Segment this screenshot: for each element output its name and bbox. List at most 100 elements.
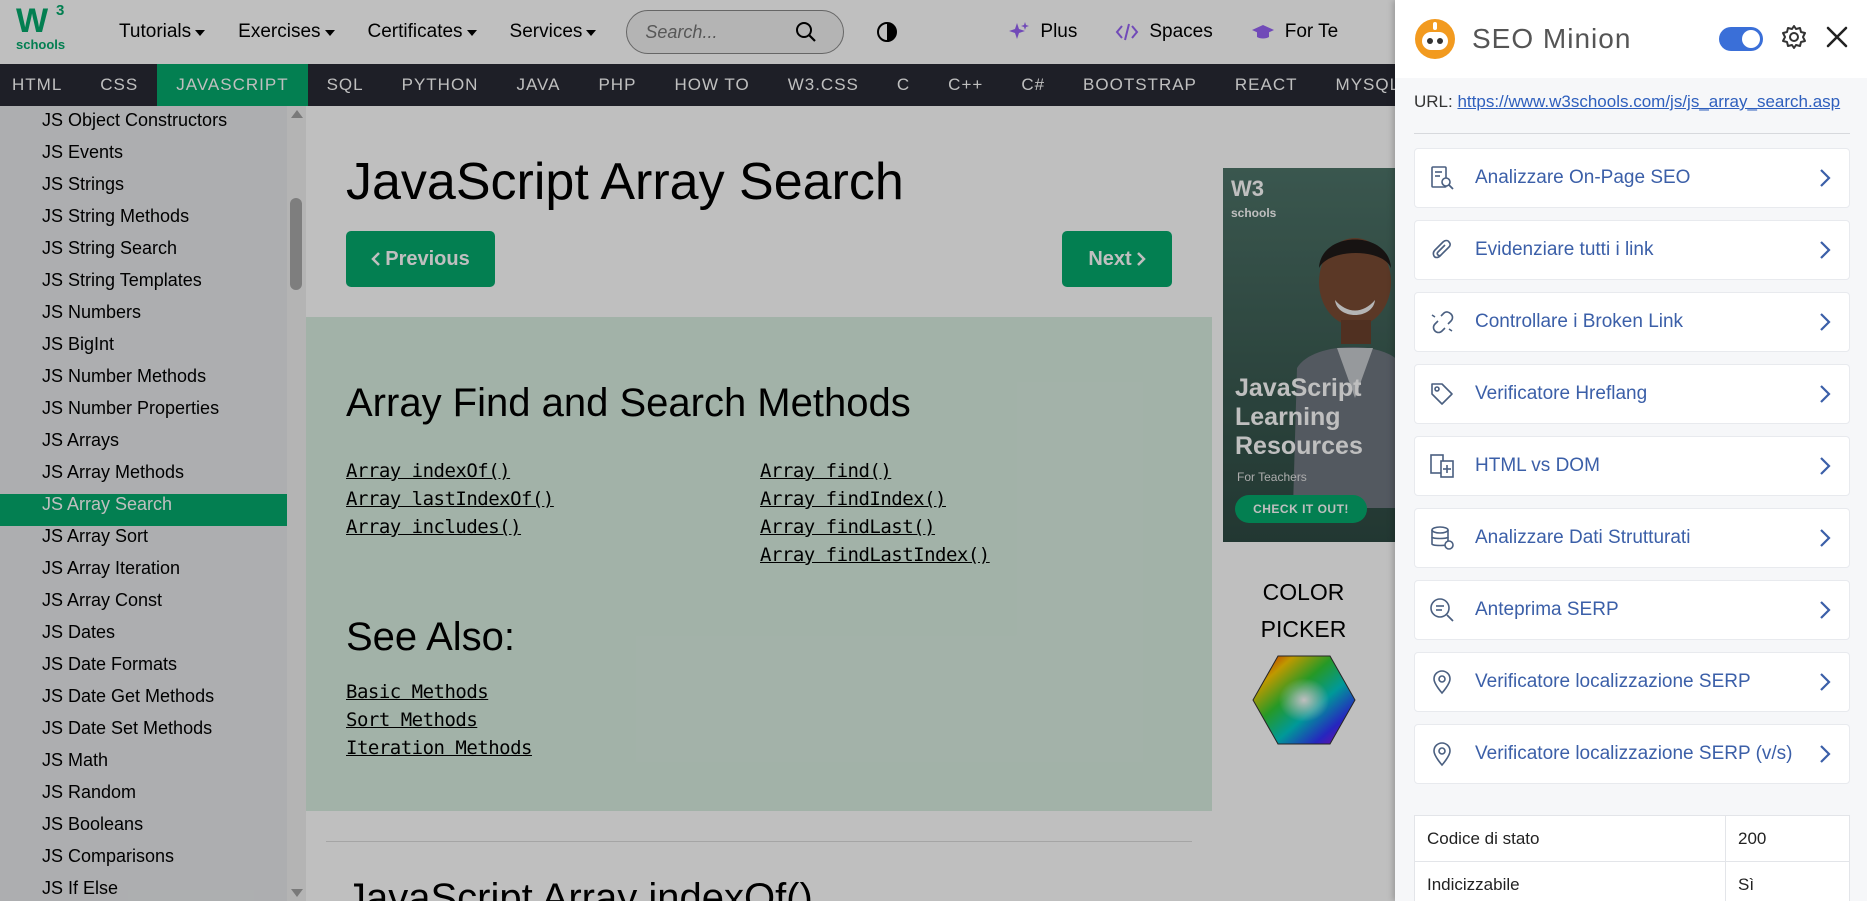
- sidebar-item[interactable]: JS Array Methods: [0, 462, 287, 494]
- subject-tab-php[interactable]: PHP: [579, 64, 655, 106]
- sidebar-item[interactable]: JS Random: [0, 782, 287, 814]
- previous-button[interactable]: Previous: [346, 231, 495, 287]
- seo-menu-item[interactable]: Verificatore Hreflang: [1414, 364, 1850, 424]
- seo-menu-item[interactable]: Analizzare On-Page SEO: [1414, 148, 1850, 208]
- graduation-cap-icon: [1251, 25, 1274, 39]
- subject-tab-c-[interactable]: C++: [929, 64, 1002, 106]
- scroll-down-arrow-icon[interactable]: [291, 889, 303, 897]
- sidebar-item[interactable]: JS Array Const: [0, 590, 287, 622]
- seo-menu-item[interactable]: Evidenziare tutti i link: [1414, 220, 1850, 280]
- link-basic-methods[interactable]: Basic Methods: [346, 681, 489, 703]
- subject-tab-w3-css[interactable]: W3.CSS: [769, 64, 878, 106]
- sidebar-item[interactable]: JS Array Search: [0, 494, 287, 526]
- menu-services[interactable]: Services: [510, 21, 597, 43]
- sidebar-item[interactable]: JS Object Constructors: [0, 110, 287, 142]
- seo-menu-item[interactable]: Controllare i Broken Link: [1414, 292, 1850, 352]
- page-search-icon: [1431, 166, 1454, 190]
- subject-tab-bootstrap[interactable]: BOOTSTRAP: [1064, 64, 1216, 106]
- scroll-up-arrow-icon[interactable]: [291, 110, 303, 118]
- sidebar-item[interactable]: JS Comparisons: [0, 846, 287, 878]
- next-button[interactable]: Next: [1062, 231, 1172, 287]
- subject-tab-sql[interactable]: SQL: [308, 64, 383, 106]
- url-link[interactable]: https://www.w3schools.com/js/js_array_se…: [1457, 92, 1840, 111]
- menu-certificates[interactable]: Certificates: [368, 21, 477, 43]
- top-navigation: W 3 schools Tutorials Exercises Certific…: [0, 0, 1395, 64]
- menu-exercises[interactable]: Exercises: [238, 21, 335, 43]
- link-includes[interactable]: Array includes(): [346, 516, 522, 538]
- link-findlast[interactable]: Array findLast(): [760, 516, 936, 538]
- teachers-label: For Te: [1284, 21, 1339, 42]
- link-indexof[interactable]: Array indexOf(): [346, 460, 511, 482]
- logo-sub: schools: [16, 37, 66, 52]
- sidebar-item[interactable]: JS Strings: [0, 174, 287, 206]
- link-findindex[interactable]: Array findIndex(): [760, 488, 946, 510]
- seo-menu-item[interactable]: HTML vs DOM: [1414, 436, 1850, 496]
- color-picker-hexagon-icon[interactable]: [1252, 654, 1356, 746]
- subject-tab-html[interactable]: HTML: [0, 64, 81, 106]
- sidebar-item[interactable]: JS BigInt: [0, 334, 287, 366]
- sidebar-item[interactable]: JS String Templates: [0, 270, 287, 302]
- indexable-value: Sì: [1725, 861, 1850, 901]
- sidebar-item[interactable]: JS Booleans: [0, 814, 287, 846]
- ad-cta-button[interactable]: CHECK IT OUT!: [1235, 495, 1367, 523]
- link-find[interactable]: Array find(): [760, 460, 892, 482]
- subject-tab-c[interactable]: C: [878, 64, 929, 106]
- subject-tab-css[interactable]: CSS: [81, 64, 157, 106]
- ad-subtext: For Teachers: [1237, 470, 1307, 484]
- search-icon[interactable]: [795, 21, 817, 43]
- link-sort-methods[interactable]: Sort Methods: [346, 709, 478, 731]
- gear-icon[interactable]: [1781, 24, 1807, 50]
- sidebar-scrollbar[interactable]: [287, 106, 306, 901]
- teachers-link[interactable]: For Te: [1251, 21, 1339, 43]
- search-bubble-icon: [1430, 598, 1454, 622]
- link-findlastindex[interactable]: Array findLastIndex(): [760, 544, 990, 566]
- subject-tab-javascript[interactable]: JAVASCRIPT: [157, 64, 308, 106]
- scrollbar-thumb[interactable]: [290, 198, 302, 290]
- plus-link[interactable]: Plus: [1008, 21, 1077, 43]
- seo-menu-item[interactable]: Analizzare Dati Strutturati: [1414, 508, 1850, 568]
- subject-tab-c-[interactable]: C#: [1002, 64, 1064, 106]
- w3schools-logo[interactable]: W 3 schools: [12, 0, 86, 64]
- subject-tab-how-to[interactable]: HOW TO: [655, 64, 768, 106]
- subject-tab-mysql[interactable]: MYSQL: [1317, 64, 1395, 106]
- sidebar-item[interactable]: JS Number Methods: [0, 366, 287, 398]
- menu-tutorials[interactable]: Tutorials: [119, 21, 206, 43]
- contrast-toggle-icon[interactable]: [876, 21, 898, 43]
- seo-menu-item[interactable]: Anteprima SERP: [1414, 580, 1850, 640]
- sidebar-item[interactable]: JS Date Set Methods: [0, 718, 287, 750]
- spaces-link[interactable]: Spaces: [1115, 21, 1213, 43]
- sidebar-item[interactable]: JS Math: [0, 750, 287, 782]
- color-picker-title[interactable]: COLOR PICKER: [1212, 574, 1395, 648]
- seo-menu-item[interactable]: Verificatore localizzazione SERP: [1414, 652, 1850, 712]
- link-lastindexof[interactable]: Array lastIndexOf(): [346, 488, 554, 510]
- status-code-value: 200: [1725, 815, 1850, 862]
- link-iteration-methods[interactable]: Iteration Methods: [346, 737, 532, 759]
- sidebar-item[interactable]: JS If Else: [0, 878, 287, 901]
- sidebar-item[interactable]: JS String Search: [0, 238, 287, 270]
- sidebar-item[interactable]: JS Events: [0, 142, 287, 174]
- menu-services-label: Services: [509, 21, 583, 42]
- chevron-right-icon: [1820, 169, 1831, 187]
- sidebar-item[interactable]: JS Array Sort: [0, 526, 287, 558]
- seo-menu-item[interactable]: Verificatore localizzazione SERP (v/s): [1414, 724, 1850, 784]
- subject-tab-java[interactable]: JAVA: [497, 64, 579, 106]
- sidebar-item[interactable]: JS Date Formats: [0, 654, 287, 686]
- sidebar-item[interactable]: JS String Methods: [0, 206, 287, 238]
- chevron-left-icon: [371, 252, 381, 266]
- sidebar-item[interactable]: JS Number Properties: [0, 398, 287, 430]
- subject-tab-react[interactable]: REACT: [1216, 64, 1317, 106]
- extension-toggle[interactable]: [1719, 27, 1763, 51]
- sidebar-item[interactable]: JS Array Iteration: [0, 558, 287, 590]
- search-box[interactable]: [626, 10, 845, 54]
- search-input[interactable]: [645, 21, 796, 43]
- close-icon[interactable]: [1824, 24, 1850, 50]
- chevron-right-icon: [1820, 601, 1831, 619]
- sidebar-item[interactable]: JS Arrays: [0, 430, 287, 462]
- sidebar-item[interactable]: JS Numbers: [0, 302, 287, 334]
- sidebar-item[interactable]: JS Date Get Methods: [0, 686, 287, 718]
- subject-tab-python[interactable]: PYTHON: [383, 64, 498, 106]
- compare-icon: [1430, 454, 1454, 478]
- sidebar-item[interactable]: JS Dates: [0, 622, 287, 654]
- seo-menu-label: Verificatore localizzazione SERP: [1475, 671, 1751, 692]
- advertisement-banner[interactable]: W3 schools JavaScript Learning Resources…: [1223, 168, 1395, 542]
